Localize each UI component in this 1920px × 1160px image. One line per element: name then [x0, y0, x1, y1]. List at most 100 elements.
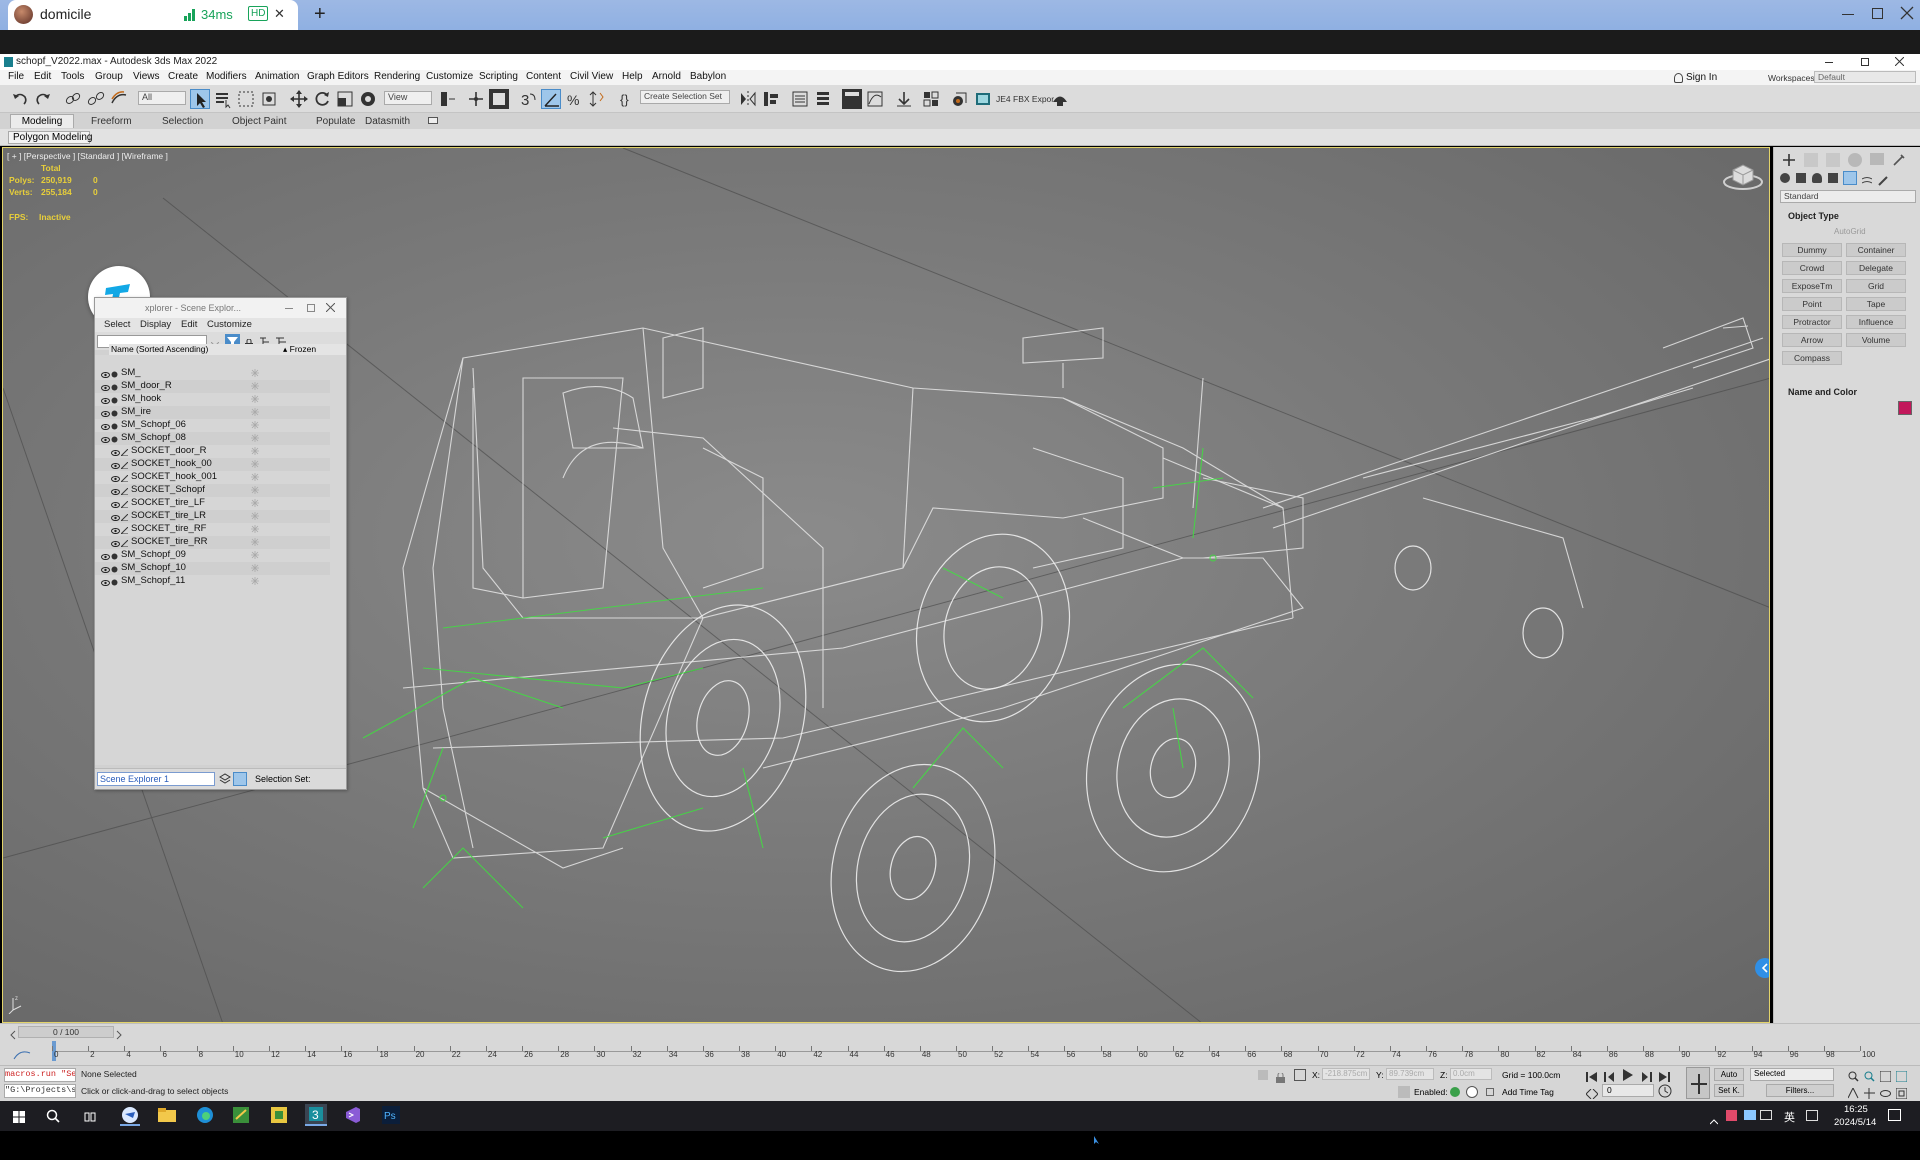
se-list-row[interactable]: SM_Schopf_09: [95, 549, 330, 562]
pan-view-icon[interactable]: [1864, 1086, 1875, 1099]
reference-coordinate-dropdown[interactable]: View: [384, 91, 432, 105]
se-menu-customize[interactable]: Customize: [207, 319, 252, 330]
key-filters-button[interactable]: Filters...: [1766, 1084, 1834, 1097]
ribbon-options-icon[interactable]: [428, 117, 438, 124]
helper-tape-button[interactable]: Tape: [1846, 297, 1906, 311]
helper-influence-button[interactable]: Influence: [1846, 315, 1906, 329]
taskbar-visual-studio-icon[interactable]: [344, 1106, 362, 1124]
curve-editor-icon[interactable]: [865, 89, 885, 109]
se-list-row[interactable]: SM_: [95, 367, 330, 380]
taskbar-edge-icon[interactable]: [196, 1106, 214, 1124]
frozen-snowflake-icon[interactable]: [251, 525, 259, 533]
taskbar-file-explorer-icon[interactable]: [158, 1107, 176, 1123]
move-icon[interactable]: [289, 89, 309, 109]
se-col-frozen[interactable]: ▴ Frozen: [283, 344, 316, 355]
frozen-snowflake-icon[interactable]: [251, 564, 259, 572]
visibility-eye-icon[interactable]: [111, 487, 120, 495]
notification-icon[interactable]: [1888, 1109, 1901, 1121]
taskbar-photoshop-icon[interactable]: Ps: [382, 1106, 400, 1124]
se-selection-set-icon[interactable]: [233, 772, 247, 786]
selection-filter-dropdown[interactable]: All: [138, 91, 186, 105]
category-dropdown[interactable]: Standard: [1780, 190, 1916, 203]
helper-volume-button[interactable]: Volume: [1846, 333, 1906, 347]
visibility-eye-icon[interactable]: [101, 578, 110, 586]
redo-icon[interactable]: [33, 89, 53, 109]
field-of-view-icon[interactable]: [1847, 1086, 1859, 1099]
time-slider[interactable]: 0 / 100: [18, 1026, 114, 1038]
scale-icon[interactable]: [335, 89, 355, 109]
tray-volume-icon[interactable]: [1760, 1110, 1772, 1120]
keyboard-shortcut-toggle-icon[interactable]: [489, 89, 509, 109]
tray-network-icon[interactable]: [1744, 1110, 1756, 1120]
autogrid-checkbox[interactable]: AutoGrid: [1834, 227, 1866, 236]
bind-spacewarp-icon[interactable]: [109, 89, 129, 109]
se-list-row[interactable]: SM_Schopf_08: [95, 432, 330, 445]
frozen-snowflake-icon[interactable]: [251, 577, 259, 585]
scene-explorer-window[interactable]: xplorer - Scene Explor... Select Display…: [94, 297, 347, 790]
se-menu-select[interactable]: Select: [104, 319, 130, 330]
frozen-snowflake-icon[interactable]: [251, 447, 259, 455]
menu-views[interactable]: Views: [133, 71, 160, 82]
max-close-icon[interactable]: [1894, 56, 1905, 67]
pivot-center-icon[interactable]: [437, 89, 457, 109]
set-key-icon[interactable]: [1686, 1067, 1710, 1099]
frozen-snowflake-icon[interactable]: [251, 538, 259, 546]
se-close-icon[interactable]: [325, 302, 336, 313]
mirror-icon[interactable]: [738, 89, 758, 109]
helper-delegate-button[interactable]: Delegate: [1846, 261, 1906, 275]
taskbar-clock-time[interactable]: 16:25: [1844, 1104, 1868, 1115]
frozen-snowflake-icon[interactable]: [251, 434, 259, 442]
rendered-frame-window-icon[interactable]: [973, 89, 993, 109]
create-tab-icon[interactable]: [1782, 153, 1796, 167]
ribbon-polygon-modeling[interactable]: Polygon Modeling: [8, 131, 93, 144]
snaps-toggle-icon[interactable]: 3: [518, 89, 538, 109]
add-time-tag-button[interactable]: Add Time Tag: [1502, 1087, 1554, 1097]
absolute-mode-icon[interactable]: [1294, 1069, 1306, 1081]
current-frame-spinner[interactable]: 0: [1602, 1084, 1654, 1097]
menu-arnold[interactable]: Arnold: [652, 71, 681, 82]
se-list-row[interactable]: SM_hook: [95, 393, 330, 406]
helper-compass-button[interactable]: Compass: [1782, 351, 1842, 365]
helper-point-button[interactable]: Point: [1782, 297, 1842, 311]
se-layers-icon[interactable]: [219, 773, 231, 785]
ribbon-tab-selection[interactable]: Selection: [162, 116, 203, 127]
taskbar-app-remote-icon[interactable]: [120, 1106, 140, 1126]
select-manipulate-icon[interactable]: [466, 89, 486, 109]
curve-toggle-icon[interactable]: [12, 1048, 32, 1060]
frozen-snowflake-icon[interactable]: [251, 499, 259, 507]
selection-lock-icon[interactable]: [1276, 1070, 1285, 1083]
visibility-eye-icon[interactable]: [111, 539, 120, 547]
orbit-icon[interactable]: [1880, 1086, 1891, 1097]
se-list-row[interactable]: SOCKET_door_R: [95, 445, 330, 458]
motion-tab-icon[interactable]: [1848, 153, 1862, 167]
se-list-row[interactable]: SOCKET_tire_LF: [95, 497, 330, 510]
browser-close-icon[interactable]: [1900, 6, 1914, 20]
visibility-eye-icon[interactable]: [101, 383, 110, 391]
coord-y-field[interactable]: 89.739cm: [1386, 1068, 1434, 1080]
layer-explorer-icon[interactable]: [813, 89, 833, 109]
se-col-name[interactable]: Name (Sorted Ascending): [111, 344, 208, 354]
frozen-snowflake-icon[interactable]: [251, 512, 259, 520]
windows-start-icon[interactable]: [13, 1110, 25, 1123]
visibility-eye-icon[interactable]: [101, 565, 110, 573]
object-type-rollout-header[interactable]: Object Type: [1788, 211, 1839, 221]
visibility-eye-icon[interactable]: [101, 409, 110, 417]
frozen-snowflake-icon[interactable]: [251, 486, 259, 494]
auto-key-button[interactable]: Auto: [1714, 1068, 1744, 1081]
max-minimize-icon[interactable]: [1825, 62, 1833, 63]
hierarchy-tab-icon[interactable]: [1826, 153, 1840, 167]
set-key-button[interactable]: Set K.: [1714, 1084, 1744, 1097]
rotate-icon[interactable]: [312, 89, 332, 109]
render-setup-icon[interactable]: [950, 89, 970, 109]
frozen-snowflake-icon[interactable]: [251, 408, 259, 416]
name-color-rollout-header[interactable]: Name and Color: [1788, 387, 1857, 397]
menu-rendering[interactable]: Rendering: [374, 71, 420, 82]
keyboard-layout-icon[interactable]: [1806, 1110, 1818, 1121]
previous-frame-icon[interactable]: [1604, 1069, 1616, 1082]
render-production-icon[interactable]: [1050, 89, 1070, 109]
play-icon[interactable]: [1622, 1068, 1634, 1081]
se-list-row[interactable]: SOCKET_tire_RR: [95, 536, 330, 549]
taskbar-app-green-icon[interactable]: [232, 1106, 250, 1124]
taskbar-app-yellow-icon[interactable]: [270, 1106, 288, 1124]
side-collapse-icon[interactable]: [1755, 958, 1769, 978]
